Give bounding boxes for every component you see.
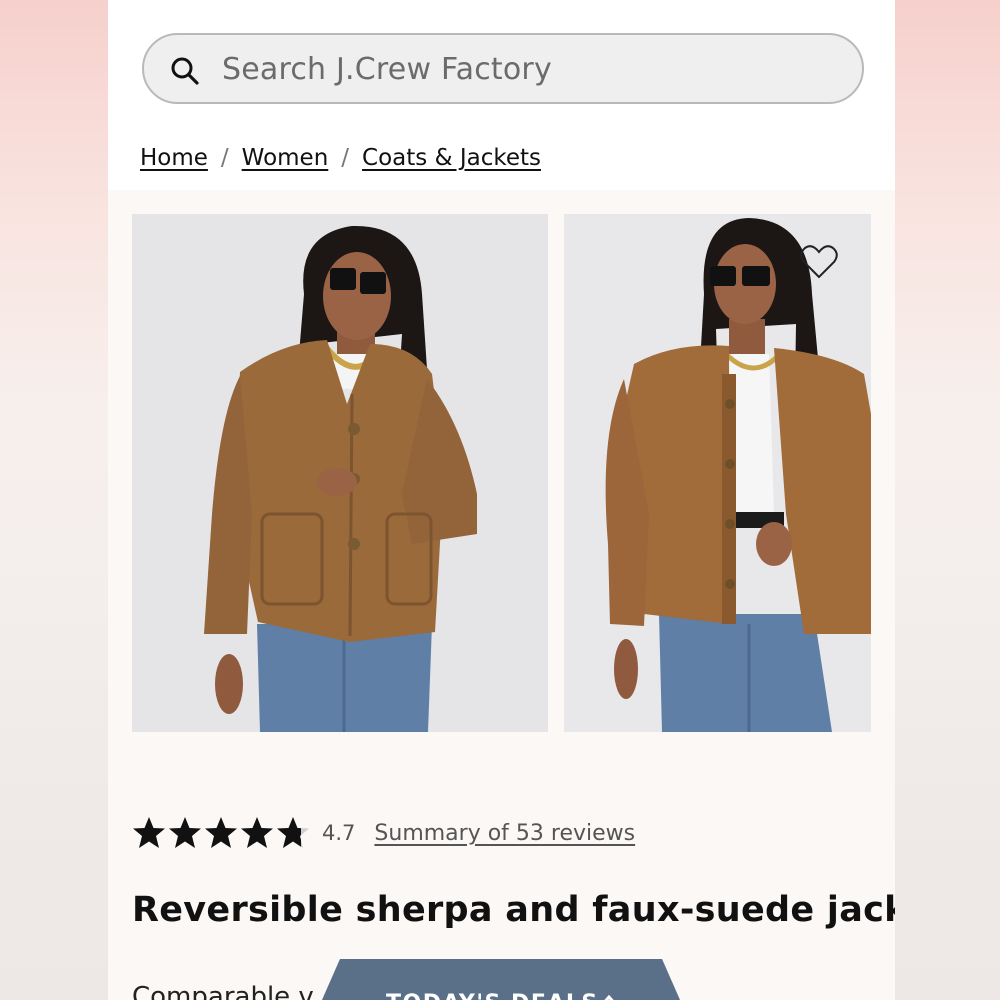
star-icon: [205, 817, 237, 848]
left-backdrop: [0, 0, 108, 1000]
jacket-photo-sherpa-side: [605, 218, 871, 732]
breadcrumb: Home / Women / Coats & Jackets: [140, 145, 541, 171]
jacket-photo-suede-side: [204, 225, 477, 732]
star-icon: [169, 817, 201, 848]
breadcrumb-women-link[interactable]: Women: [242, 145, 329, 171]
product-image-sherpa[interactable]: [564, 214, 871, 732]
breadcrumb-separator: /: [341, 145, 350, 171]
header-area: Search J.Crew Factory Home / Women / Coa…: [108, 0, 895, 190]
star-partial-icon: [277, 817, 309, 848]
search-placeholder: Search J.Crew Factory: [222, 52, 552, 87]
star-icon: [241, 817, 273, 848]
heart-icon[interactable]: [799, 244, 839, 280]
breadcrumb-coats-jackets-link[interactable]: Coats & Jackets: [362, 145, 541, 171]
reviews-summary-link[interactable]: Summary of 53 reviews: [374, 821, 635, 846]
product-image-suede[interactable]: [132, 214, 548, 732]
search-icon: [171, 57, 199, 85]
right-backdrop: [895, 0, 1000, 1000]
star-rating: [132, 816, 312, 850]
product-title: Reversible sherpa and faux-suede jacket: [132, 890, 895, 930]
todays-deals-tab[interactable]: TODAY'S DEALS: [318, 959, 684, 1000]
search-input[interactable]: Search J.Crew Factory: [142, 33, 864, 104]
rating-value: 4.7: [322, 821, 356, 845]
breadcrumb-home-link[interactable]: Home: [140, 145, 208, 171]
rating-row: 4.7 Summary of 53 reviews: [132, 816, 635, 850]
chevron-up-icon: [600, 994, 618, 1000]
product-page: Search J.Crew Factory Home / Women / Coa…: [108, 0, 895, 1000]
comparable-value-text: Comparable v: [132, 982, 314, 1000]
todays-deals-label: TODAY'S DEALS: [386, 991, 599, 1000]
breadcrumb-separator: /: [220, 145, 229, 171]
star-icon: [133, 817, 165, 848]
